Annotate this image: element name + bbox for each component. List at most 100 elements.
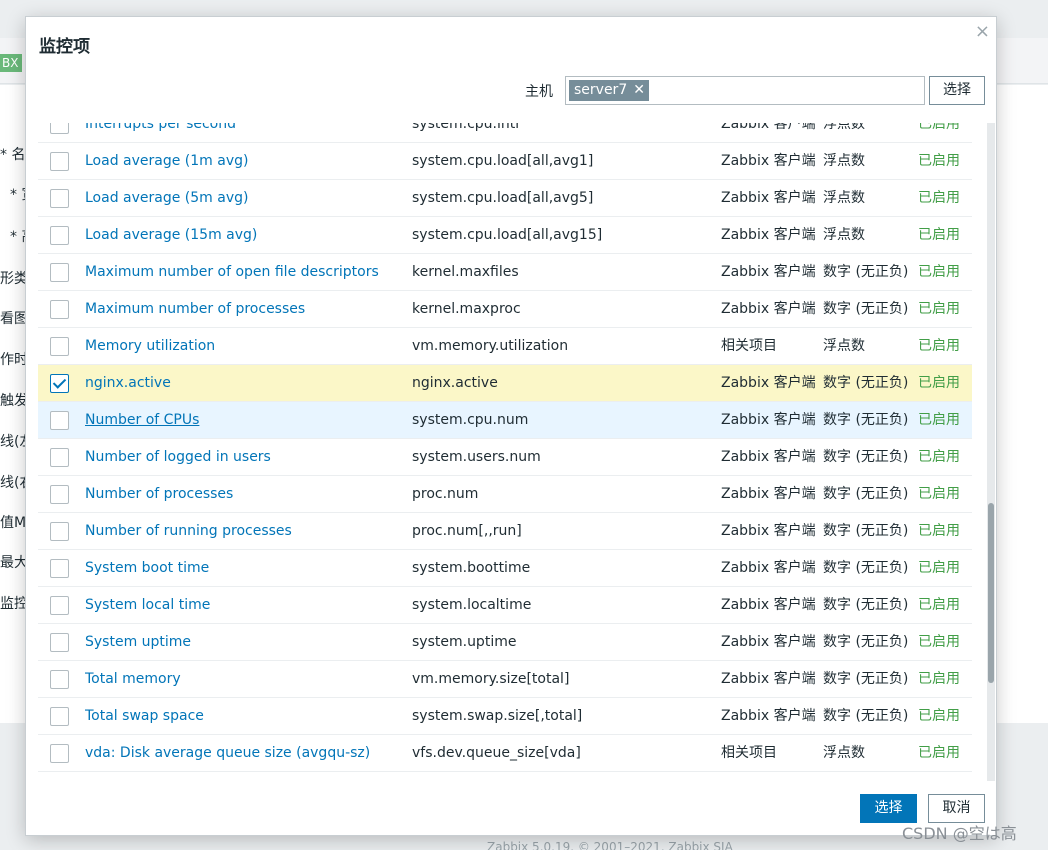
- item-row[interactable]: System boot time system.boottime Zabbix 客户…: [38, 550, 972, 587]
- item-status: 已启用: [918, 375, 960, 391]
- item-name-link[interactable]: Interrupts per second: [85, 123, 405, 142]
- item-value-type: 数字 (无正负): [823, 412, 909, 428]
- close-icon[interactable]: ×: [975, 21, 990, 42]
- item-type: Zabbix 客户端: [721, 412, 816, 428]
- cancel-button[interactable]: 取消: [928, 794, 985, 823]
- item-checkbox[interactable]: [50, 670, 69, 689]
- item-name-link[interactable]: nginx.active: [85, 365, 405, 401]
- select-host-button[interactable]: 选择: [929, 76, 985, 105]
- item-row[interactable]: Maximum number of processes kernel.maxpro…: [38, 291, 972, 328]
- item-row[interactable]: Total memory vm.memory.size[total] Zabbix …: [38, 661, 972, 698]
- item-checkbox[interactable]: [50, 337, 69, 356]
- item-name[interactable]: Maximum number of open file descriptors: [85, 264, 379, 280]
- item-checkbox[interactable]: [50, 559, 69, 578]
- item-type: 相关项目: [721, 772, 821, 781]
- item-checkbox[interactable]: [50, 485, 69, 504]
- item-checkbox[interactable]: [50, 189, 69, 208]
- item-name-link[interactable]: Load average (1m avg): [85, 143, 405, 179]
- item-name[interactable]: Number of logged in users: [85, 449, 271, 465]
- item-row[interactable]: vda: Disk average queue size (avgqu-sz) v…: [38, 735, 972, 772]
- item-name-link[interactable]: System local time: [85, 587, 405, 623]
- item-name[interactable]: Number of CPUs: [85, 412, 199, 428]
- item-name-link[interactable]: Maximum number of processes: [85, 291, 405, 327]
- item-status: 已启用: [918, 486, 960, 502]
- item-status: 已启用: [918, 338, 960, 354]
- item-status: 已启用: [918, 123, 960, 132]
- item-name-link[interactable]: Number of running processes: [85, 513, 405, 549]
- item-checkbox[interactable]: [50, 522, 69, 541]
- item-row[interactable]: vda: Disk read rate vfs.dev.read.rate[vda…: [38, 772, 972, 781]
- item-name[interactable]: Total memory: [85, 671, 181, 687]
- item-checkbox[interactable]: [50, 374, 69, 393]
- item-checkbox[interactable]: [50, 411, 69, 430]
- item-name-link[interactable]: Load average (5m avg): [85, 180, 405, 216]
- item-name[interactable]: nginx.active: [85, 375, 171, 391]
- item-checkbox[interactable]: [50, 744, 69, 763]
- item-row[interactable]: Number of logged in users system.users.nu…: [38, 439, 972, 476]
- item-status: 已启用: [918, 634, 960, 650]
- item-name[interactable]: Interrupts per second: [85, 123, 236, 132]
- item-checkbox[interactable]: [50, 300, 69, 319]
- item-checkbox[interactable]: [50, 707, 69, 726]
- scrollbar-thumb[interactable]: [988, 503, 994, 683]
- item-key: system.swap.size[,total]: [412, 708, 583, 724]
- item-row[interactable]: Load average (1m avg) system.cpu.load[all…: [38, 143, 972, 180]
- item-checkbox[interactable]: [50, 152, 69, 171]
- item-row[interactable]: Load average (5m avg) system.cpu.load[all…: [38, 180, 972, 217]
- item-row[interactable]: Maximum number of open file descriptors k…: [38, 254, 972, 291]
- item-row[interactable]: Load average (15m avg) system.cpu.load[al…: [38, 217, 972, 254]
- remove-tag-icon[interactable]: ✕: [633, 82, 645, 98]
- item-checkbox[interactable]: [50, 123, 69, 134]
- item-name[interactable]: System local time: [85, 597, 210, 613]
- item-name-link[interactable]: Load average (15m avg): [85, 217, 405, 253]
- item-name[interactable]: Load average (15m avg): [85, 227, 257, 243]
- item-row[interactable]: Number of running processes proc.num[,,ru…: [38, 513, 972, 550]
- item-row[interactable]: nginx.active nginx.active Zabbix 客户端 数字 (无正…: [38, 365, 972, 402]
- item-name[interactable]: vda: Disk average queue size (avgqu-sz): [85, 745, 370, 761]
- item-name-link[interactable]: vda: Disk read rate: [85, 772, 405, 781]
- item-name-link[interactable]: Number of logged in users: [85, 439, 405, 475]
- item-type: Zabbix 客户端: [721, 634, 816, 650]
- item-name-link[interactable]: Number of CPUs: [85, 402, 405, 438]
- item-name[interactable]: Number of running processes: [85, 523, 292, 539]
- item-status: 已启用: [918, 264, 960, 280]
- item-name-link[interactable]: Maximum number of open file descriptors: [85, 254, 405, 290]
- item-row[interactable]: Number of processes proc.num Zabbix 客户端 数字 …: [38, 476, 972, 513]
- item-name-link[interactable]: vda: Disk average queue size (avgqu-sz): [85, 735, 405, 771]
- item-row[interactable]: System uptime system.uptime Zabbix 客户端 数字 (…: [38, 624, 972, 661]
- host-tag-label: server7: [574, 82, 628, 98]
- item-row[interactable]: Number of CPUs system.cpu.num Zabbix 客户端 数字…: [38, 402, 972, 439]
- item-row[interactable]: Interrupts per second system.cpu.intr Zabb…: [38, 123, 972, 143]
- item-row[interactable]: Memory utilization vm.memory.utilization 相…: [38, 328, 972, 365]
- item-value-type: 数字 (无正负): [823, 560, 909, 576]
- item-name[interactable]: Load average (5m avg): [85, 190, 248, 206]
- item-row[interactable]: Total swap space system.swap.size[,total]…: [38, 698, 972, 735]
- host-multiselect-input[interactable]: server7 ✕: [565, 76, 925, 105]
- item-checkbox[interactable]: [50, 596, 69, 615]
- item-type: Zabbix 客户端: [721, 190, 816, 206]
- item-name[interactable]: System uptime: [85, 634, 191, 650]
- item-name-link[interactable]: Number of processes: [85, 476, 405, 512]
- item-key: kernel.maxproc: [412, 301, 521, 317]
- modal-title: 监控项: [39, 37, 90, 57]
- item-name-link[interactable]: Memory utilization: [85, 328, 405, 364]
- item-name[interactable]: Load average (1m avg): [85, 153, 248, 169]
- item-checkbox[interactable]: [50, 263, 69, 282]
- item-checkbox[interactable]: [50, 633, 69, 652]
- item-name[interactable]: Memory utilization: [85, 338, 215, 354]
- item-name[interactable]: Maximum number of processes: [85, 301, 305, 317]
- watermark: CSDN @空は高: [902, 824, 1017, 843]
- item-checkbox[interactable]: [50, 226, 69, 245]
- item-name[interactable]: System boot time: [85, 560, 209, 576]
- items-list[interactable]: Interrupts per second system.cpu.intr Zabb…: [38, 123, 985, 781]
- select-button[interactable]: 选择: [860, 794, 917, 823]
- scrollbar[interactable]: [987, 123, 995, 781]
- item-name-link[interactable]: Total swap space: [85, 698, 405, 734]
- item-name[interactable]: Total swap space: [85, 708, 204, 724]
- item-row[interactable]: System local time system.localtime Zabbix …: [38, 587, 972, 624]
- item-name-link[interactable]: System uptime: [85, 624, 405, 660]
- item-name[interactable]: Number of processes: [85, 486, 233, 502]
- item-name-link[interactable]: Total memory: [85, 661, 405, 697]
- item-name-link[interactable]: System boot time: [85, 550, 405, 586]
- item-checkbox[interactable]: [50, 448, 69, 467]
